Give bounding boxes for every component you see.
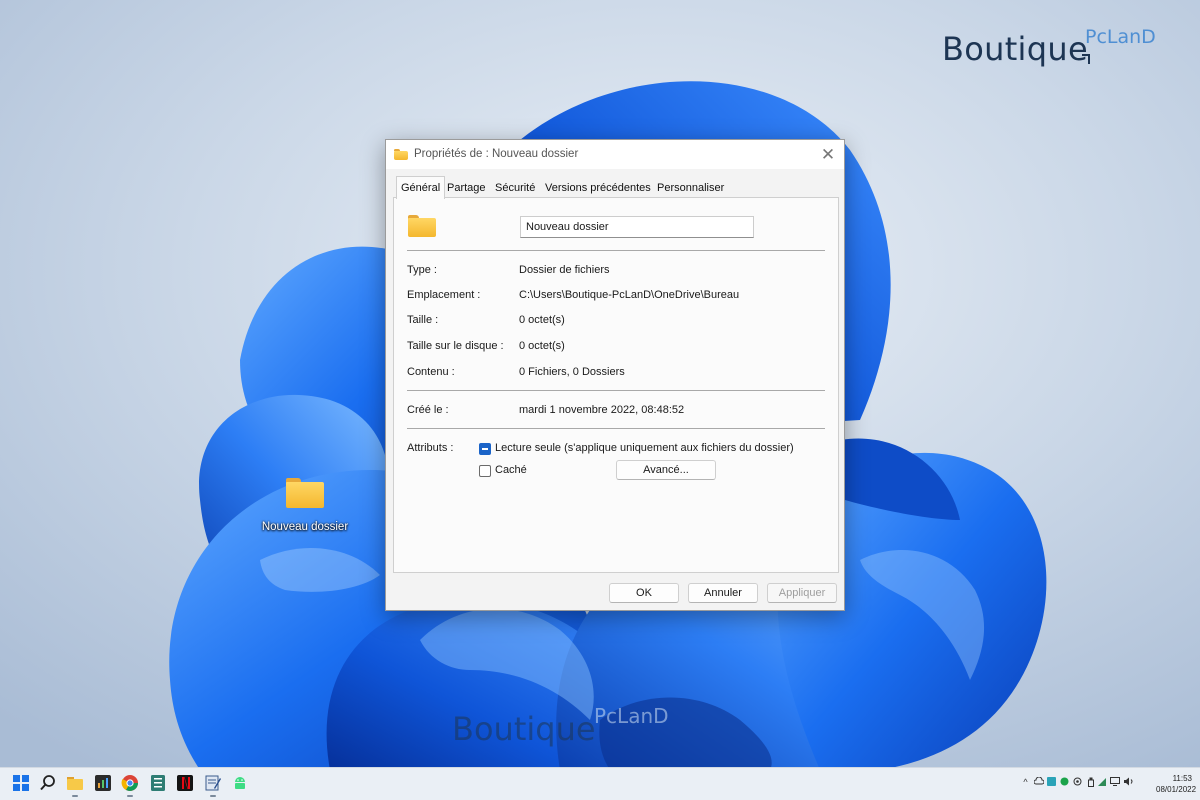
usb-icon[interactable]: [1086, 777, 1095, 787]
editor-app-icon[interactable]: [204, 774, 222, 797]
desktop-folder-shortcut[interactable]: Nouveau dossier: [258, 478, 352, 533]
property-value: mardi 1 novembre 2022, 08:48:52: [519, 404, 685, 416]
property-label: Contenu :: [407, 366, 455, 378]
tab-customize[interactable]: Personnaliser: [653, 179, 728, 198]
apply-button[interactable]: Appliquer: [767, 583, 837, 603]
system-tray: ^: [1021, 776, 1156, 791]
netflix-icon[interactable]: [176, 774, 194, 792]
property-label: Emplacement :: [407, 289, 481, 301]
property-label: Créé le :: [407, 404, 449, 416]
folder-icon: [394, 149, 408, 160]
read-only-checkbox-row[interactable]: Lecture seule (s'applique uniquement aux…: [479, 442, 809, 458]
chrome-icon[interactable]: [121, 774, 139, 797]
dialog-title: Propriétés de : Nouveau dossier: [414, 148, 579, 160]
network-icon[interactable]: [1097, 777, 1106, 787]
app-tray-icon[interactable]: [1047, 777, 1056, 787]
property-label: Taille sur le disque :: [407, 340, 504, 352]
general-tab-panel: Type : Dossier de fichiers Emplacement :…: [393, 197, 839, 573]
hidden-label: Caché: [495, 464, 527, 476]
clock-date: 08/01/2022: [1156, 785, 1197, 794]
property-value: 0 octet(s): [519, 340, 565, 352]
tab-strip: Général Partage Sécurité Versions précéd…: [393, 176, 839, 199]
cancel-button[interactable]: Annuler: [688, 583, 758, 603]
separator: [407, 250, 825, 251]
property-row-location: Emplacement : C:\Users\Boutique-PcLanD\O…: [407, 289, 827, 305]
notes-app-icon[interactable]: [149, 774, 167, 792]
properties-dialog: Propriétés de : Nouveau dossier ✕ Généra…: [385, 139, 845, 611]
taskbar: ^ 11:53 08/01/2022: [0, 767, 1200, 800]
dialog-titlebar[interactable]: Propriétés de : Nouveau dossier ✕: [386, 140, 844, 169]
file-explorer-icon[interactable]: [66, 774, 84, 797]
chevron-up-icon[interactable]: ^: [1021, 777, 1030, 787]
tab-previous-versions[interactable]: Versions précédentes: [541, 179, 655, 198]
property-value: Dossier de fichiers: [519, 264, 610, 276]
property-label: Type :: [407, 264, 437, 276]
property-value: C:\Users\Boutique-PcLanD\OneDrive\Bureau: [519, 289, 740, 301]
tab-security[interactable]: Sécurité: [491, 179, 539, 198]
separator: [407, 390, 825, 391]
attributes-label: Attributs :: [407, 442, 454, 454]
read-only-label: Lecture seule (s'applique uniquement aux…: [495, 442, 794, 454]
advanced-button[interactable]: Avancé...: [616, 460, 716, 480]
ok-button[interactable]: OK: [609, 583, 679, 603]
close-button[interactable]: ✕: [812, 140, 844, 169]
folder-icon: [286, 478, 324, 508]
folder-icon: [408, 215, 436, 237]
property-row-type: Type : Dossier de fichiers: [407, 264, 827, 280]
task-manager-icon[interactable]: [94, 774, 112, 792]
property-row-size-on-disk: Taille sur le disque : 0 octet(s): [407, 340, 827, 356]
hidden-checkbox[interactable]: [479, 465, 491, 477]
folder-name-input[interactable]: [520, 216, 754, 238]
property-row-contents: Contenu : 0 Fichiers, 0 Dossiers: [407, 366, 827, 382]
tab-general[interactable]: Général: [396, 176, 446, 199]
clock-time: 11:53: [1172, 774, 1192, 783]
tab-sharing[interactable]: Partage: [443, 179, 490, 198]
android-app-icon[interactable]: [231, 774, 249, 792]
property-row-created: Créé le : mardi 1 novembre 2022, 08:48:5…: [407, 404, 827, 420]
property-value: 0 octet(s): [519, 314, 565, 326]
desktop-folder-label: Nouveau dossier: [261, 521, 349, 533]
cloud-icon[interactable]: [1033, 776, 1045, 787]
search-icon[interactable]: [39, 774, 57, 792]
property-row-size: Taille : 0 octet(s): [407, 314, 827, 330]
status-icon[interactable]: [1060, 777, 1069, 787]
settings-tray-icon[interactable]: [1073, 777, 1082, 787]
display-icon[interactable]: [1110, 777, 1120, 787]
read-only-checkbox[interactable]: [479, 443, 491, 455]
taskbar-clock[interactable]: 11:53 08/01/2022: [1156, 773, 1197, 795]
hidden-checkbox-row[interactable]: Caché: [479, 464, 539, 480]
property-label: Taille :: [407, 314, 439, 326]
property-value: 0 Fichiers, 0 Dossiers: [519, 366, 625, 378]
start-icon[interactable]: [12, 774, 30, 792]
separator: [407, 428, 825, 429]
speaker-icon[interactable]: [1123, 777, 1133, 787]
